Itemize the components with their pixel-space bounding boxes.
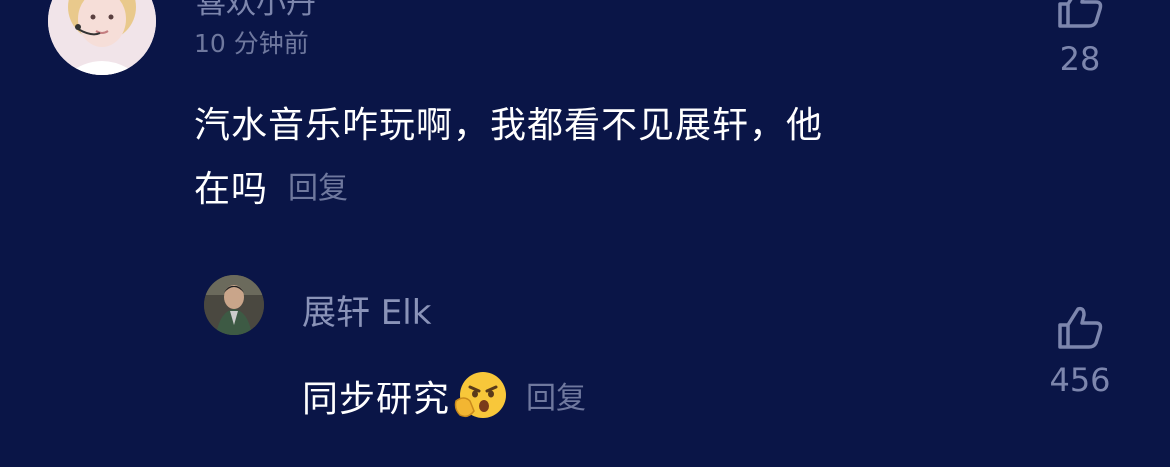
reply-button[interactable]: 回复 xyxy=(526,381,586,416)
comment-text: 汽水音乐咋玩啊，我都看不见展轩，他 xyxy=(194,105,824,146)
commenter-avatar[interactable] xyxy=(48,0,156,75)
thumbs-up-icon xyxy=(1058,0,1103,28)
reply-body: 同步研究 回复 xyxy=(302,370,586,430)
like-button[interactable]: 28 xyxy=(1040,0,1120,78)
like-button[interactable]: 456 xyxy=(1040,305,1120,399)
like-count: 28 xyxy=(1059,40,1101,78)
comment-username[interactable]: 喜欢小丹 xyxy=(196,0,316,22)
comment-timestamp: 10 分钟前 xyxy=(194,29,309,58)
reply-avatar[interactable] xyxy=(204,275,264,335)
like-count: 456 xyxy=(1049,361,1111,399)
reply-button[interactable]: 回复 xyxy=(288,171,348,206)
reply-text: 同步研究 xyxy=(302,379,451,420)
comment-text-line: 在吗 xyxy=(194,169,269,210)
avatar-image xyxy=(48,0,156,75)
thumbs-up-icon xyxy=(1058,306,1103,349)
comment-text-continued: 在吗 回复 xyxy=(194,160,348,212)
thinking-face-emoji xyxy=(454,371,508,430)
reply-username[interactable]: 展轩 Elk xyxy=(302,285,431,334)
avatar-image xyxy=(204,275,264,335)
